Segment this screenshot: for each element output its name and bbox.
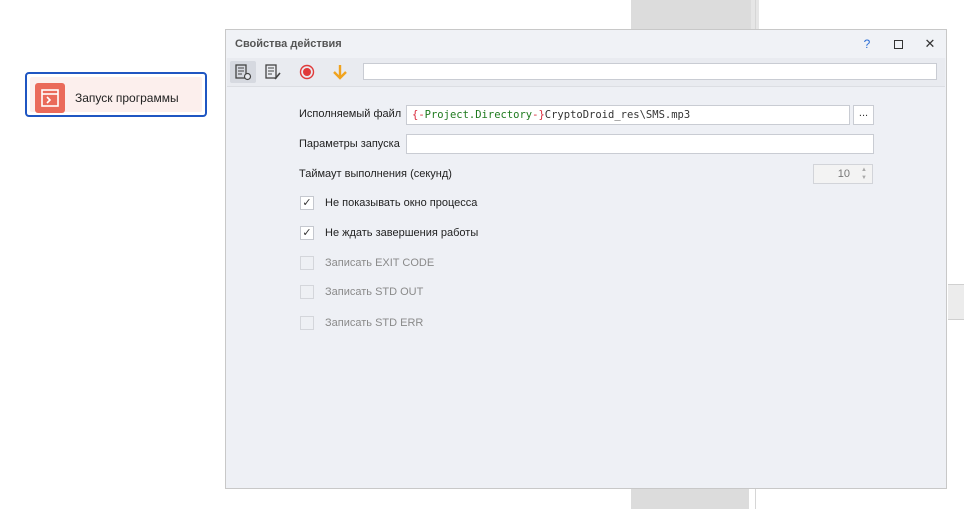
checkbox-label: Не показывать окно процесса: [325, 197, 478, 209]
checkbox-label: Записать STD OUT: [325, 286, 424, 298]
arrow-down-icon: [333, 65, 347, 80]
timeout-label: Таймаут выполнения (секунд): [299, 168, 452, 180]
document-edit-icon: [265, 64, 281, 80]
stepper-arrows-icon[interactable]: ▲ ▼: [859, 166, 869, 182]
checkbox-box[interactable]: [300, 316, 314, 330]
dialog-titlebar[interactable]: Свойства действия ? ✕: [226, 30, 946, 58]
exec-file-label: Исполняемый файл: [299, 108, 402, 120]
browse-file-button[interactable]: ...: [853, 105, 874, 125]
launch-params-input[interactable]: [406, 134, 874, 154]
record-icon: [299, 64, 315, 80]
help-button[interactable]: ?: [857, 35, 877, 53]
close-button[interactable]: ✕: [920, 35, 940, 53]
checkbox-box[interactable]: [300, 256, 314, 270]
canvas-background-block: [631, 0, 751, 30]
exec-file-path: {-Project.Directory-}CryptoDroid_res\SMS…: [412, 109, 691, 121]
move-down-button[interactable]: [327, 61, 353, 83]
properties-settings-icon: [235, 64, 252, 81]
action-node-run-program[interactable]: Запуск программы: [25, 72, 207, 117]
canvas-scroll-handle[interactable]: [948, 284, 964, 320]
action-node-label: Запуск программы: [75, 91, 179, 105]
checkbox-box[interactable]: [300, 285, 314, 299]
checkbox-label: Записать STD ERR: [325, 317, 424, 329]
maximize-button[interactable]: [888, 35, 908, 53]
action-name-input[interactable]: [363, 63, 937, 80]
maximize-icon: [893, 40, 903, 49]
checkbox-label: Записать EXIT CODE: [325, 257, 435, 269]
run-program-icon: [35, 83, 65, 113]
action-node-body: Запуск программы: [30, 77, 202, 113]
timeout-value: 10: [837, 168, 850, 180]
launch-params-label: Параметры запуска: [299, 138, 400, 150]
checkbox-box[interactable]: ✓: [300, 196, 314, 210]
properties-edit-button[interactable]: [260, 61, 286, 83]
checkbox-label: Не ждать завершения работы: [325, 227, 479, 239]
record-button[interactable]: [294, 61, 320, 83]
exec-file-input[interactable]: {-Project.Directory-}CryptoDroid_res\SMS…: [406, 105, 850, 125]
action-properties-dialog: Свойства действия ? ✕ Исполняемый файл {…: [225, 29, 947, 489]
properties-settings-button[interactable]: [230, 61, 256, 83]
dialog-title: Свойства действия: [235, 38, 342, 50]
checkbox-box[interactable]: ✓: [300, 226, 314, 240]
timeout-stepper[interactable]: 10 ▲ ▼: [813, 164, 873, 184]
canvas-background-block: [631, 489, 749, 509]
dialog-toolbar: [227, 58, 945, 87]
